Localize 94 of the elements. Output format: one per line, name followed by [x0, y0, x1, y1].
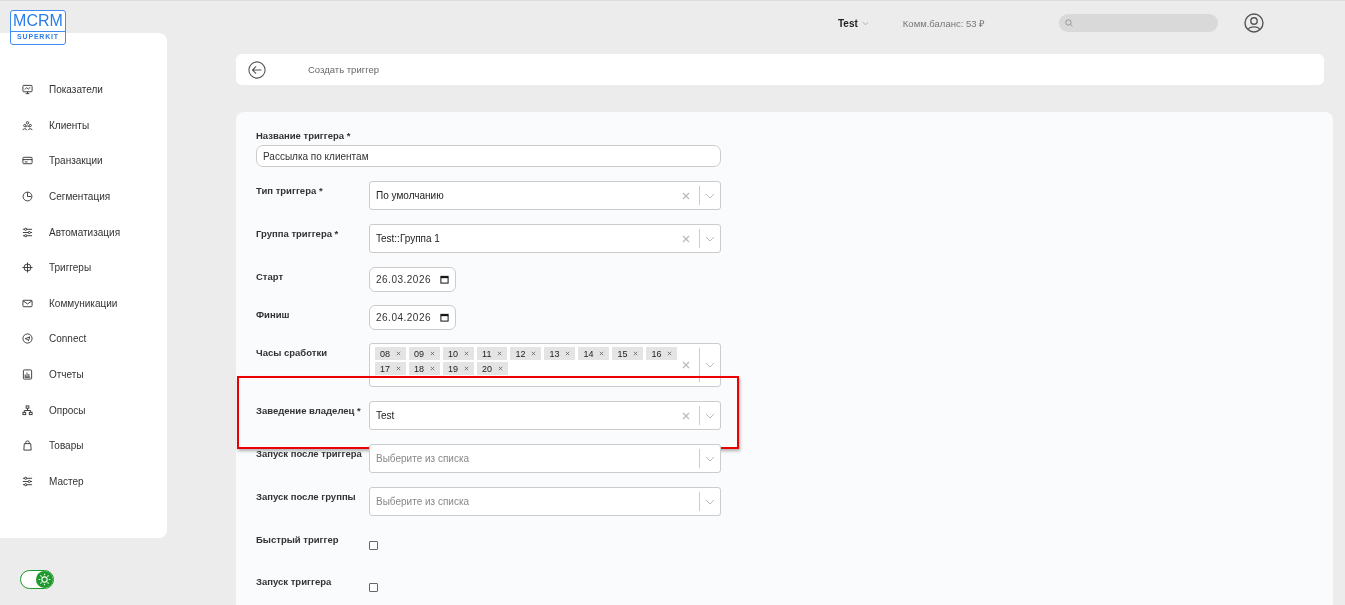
sliders-icon [22, 475, 33, 487]
clear-icon[interactable] [682, 234, 690, 243]
hour-tag[interactable]: 19 [443, 362, 475, 375]
send-icon [22, 333, 33, 345]
chevron-down-icon[interactable] [705, 412, 715, 419]
remove-icon[interactable] [498, 366, 504, 371]
sidebar-item[interactable]: Отчеты [0, 356, 167, 393]
mail-icon [22, 297, 33, 309]
tree-icon [22, 404, 33, 416]
sidebar-item[interactable]: Connect [0, 321, 167, 357]
field-label: Тип триггера * [256, 184, 324, 198]
account-dropdown[interactable]: Test [838, 17, 869, 29]
input-field[interactable]: Рассылка по клиентам [256, 145, 721, 167]
sun-icon [36, 571, 53, 588]
search-icon [1065, 19, 1074, 27]
hour-tag[interactable]: 13 [544, 347, 576, 360]
logo-title: MCRM [13, 11, 63, 31]
caret-icon [861, 20, 869, 26]
sidebar-item[interactable]: Транзакции [0, 143, 167, 179]
select-field[interactable]: Выберите из списка [369, 487, 721, 516]
remove-icon[interactable] [599, 351, 605, 356]
field-label: Часы сработки [256, 346, 329, 360]
checkbox[interactable] [369, 541, 378, 550]
field-label: Название триггера * [256, 130, 352, 141]
hour-tag[interactable]: 08 [375, 347, 406, 360]
bag-icon [22, 440, 33, 452]
page-title: Создать триггер [308, 64, 379, 75]
select-field[interactable]: По умолчанию [369, 181, 721, 210]
field-label: Финиш [256, 308, 291, 322]
sidebar-item[interactable]: Мастер [0, 463, 167, 500]
sliders-icon [22, 226, 33, 238]
hour-tag[interactable]: 09 [409, 347, 441, 360]
sidebar-item[interactable]: Товары [0, 427, 167, 464]
clear-icon[interactable] [682, 191, 690, 200]
sidebar-item[interactable]: Опросы [0, 392, 167, 428]
hour-tag[interactable]: 17 [375, 362, 406, 375]
remove-icon[interactable] [396, 351, 401, 356]
remove-icon[interactable] [531, 351, 537, 356]
target-icon [22, 262, 33, 274]
remove-icon[interactable] [464, 351, 470, 356]
theme-toggle[interactable] [20, 570, 54, 589]
field-label: Заведение владелец * [256, 404, 362, 418]
chevron-down-icon[interactable] [705, 192, 715, 199]
hour-tag[interactable]: 20 [477, 362, 509, 375]
field-label: Запуск после группы [256, 490, 357, 504]
date-field[interactable]: 26.04.2026 [369, 305, 456, 330]
field-label: Группа триггера * [256, 227, 340, 241]
sidebar-item[interactable]: Сегментация [0, 178, 167, 215]
remove-icon[interactable] [430, 351, 436, 356]
sidebar-item[interactable]: Показатели [0, 72, 167, 108]
hour-tag[interactable]: 14 [578, 347, 610, 360]
monitor-icon [22, 84, 33, 96]
calendar-icon[interactable] [440, 313, 449, 322]
clock-icon [22, 191, 33, 203]
sidebar-item[interactable]: Коммуникации [0, 285, 167, 322]
people-icon [22, 119, 33, 131]
select-field[interactable]: Test [369, 401, 721, 430]
multiselect-field[interactable]: 08 09 10 11 12 13 14 15 16 17 18 19 20 [369, 343, 721, 387]
sidebar-item[interactable]: Автоматизация [0, 214, 167, 250]
hour-tag[interactable]: 12 [510, 347, 542, 360]
chevron-down-icon[interactable] [705, 362, 715, 368]
remove-icon[interactable] [667, 351, 673, 356]
card-icon [22, 155, 33, 167]
chevron-down-icon[interactable] [705, 498, 715, 505]
hour-tag[interactable]: 18 [409, 362, 441, 375]
field-label: Быстрый триггер [256, 533, 340, 547]
calendar-icon[interactable] [440, 275, 449, 284]
chevron-down-icon[interactable] [705, 235, 715, 242]
clear-icon[interactable] [682, 361, 690, 369]
field-label: Старт [256, 270, 285, 284]
hour-tag[interactable]: 11 [477, 347, 508, 360]
sidebar-item[interactable]: Триггеры [0, 249, 167, 286]
report-icon [22, 369, 33, 381]
hour-tag[interactable]: 15 [612, 347, 644, 360]
checkbox[interactable] [369, 583, 378, 592]
hour-tag[interactable]: 16 [646, 347, 678, 360]
chevron-down-icon[interactable] [705, 455, 715, 462]
search-field[interactable] [1059, 14, 1219, 32]
remove-icon[interactable] [464, 366, 470, 371]
user-icon[interactable] [1244, 13, 1265, 33]
sidebar-item[interactable]: Клиенты [0, 107, 167, 144]
clear-icon[interactable] [682, 411, 690, 420]
remove-icon[interactable] [497, 351, 503, 356]
select-field[interactable]: Test::Группа 1 [369, 224, 721, 253]
date-field[interactable]: 26.03.2026 [369, 267, 456, 292]
remove-icon[interactable] [396, 366, 401, 371]
remove-icon[interactable] [565, 351, 571, 356]
remove-icon[interactable] [633, 351, 639, 356]
field-label: Запуск триггера [256, 575, 333, 589]
remove-icon[interactable] [430, 366, 436, 371]
field-label: Запуск после триггера [256, 447, 363, 461]
balance-text: Комм.баланс: 53 ₽ [902, 16, 986, 30]
hour-tag[interactable]: 10 [443, 347, 475, 360]
select-field[interactable]: Выберите из списка [369, 444, 721, 473]
